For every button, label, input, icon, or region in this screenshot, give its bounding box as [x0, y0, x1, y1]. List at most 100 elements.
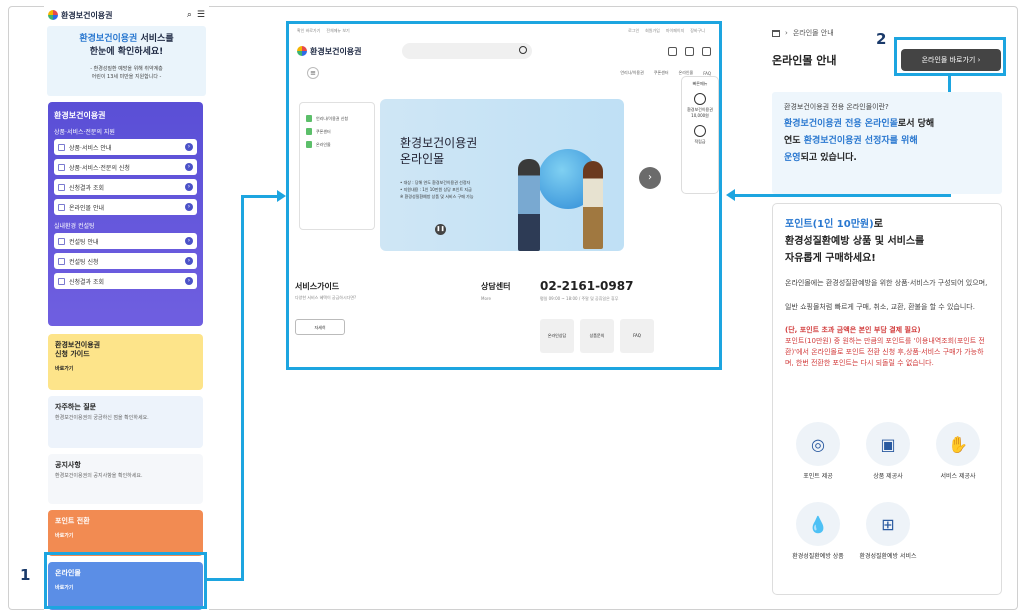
side-item[interactable]: 온라인몰 [306, 141, 368, 148]
menu-item[interactable]: 상품·서비스·전문의 신청 › [54, 159, 197, 175]
info-answer: 환경보건이용권 전용 온라인몰로서 당해 연도 환경보건이용권 선정자를 위해 운영… [784, 119, 935, 163]
chevron-right-icon: › [785, 29, 788, 37]
bag-icon[interactable] [685, 46, 694, 56]
desktop-logo[interactable]: 환경보건이용권 [297, 46, 362, 57]
arrow-right-icon: › [185, 183, 193, 191]
nav-item[interactable]: FAQ [703, 71, 711, 76]
util-link[interactable]: 로그인 [628, 28, 639, 33]
hero-sub: - 환경성질환 예방을 위해 취약계층 어린이 13세 미만을 지원합니다 - [90, 66, 163, 80]
side-item[interactable]: 언리나/이용권 신청 [306, 115, 368, 122]
notice-sub: 환경보건이용권의 공지사항을 확인하세요. [55, 473, 143, 479]
hamburger-icon[interactable]: ≡ [307, 67, 319, 79]
pen-icon [58, 163, 65, 171]
wallet-icon[interactable] [694, 93, 706, 105]
point-link[interactable]: 바로가기 [55, 532, 196, 539]
point-headline: 포인트(1인 10만원)로 환경성질환예방 상품 및 서비스를 자유롭게 구매하세요… [785, 219, 925, 264]
person-illustration [518, 159, 540, 251]
util-link[interactable]: 전체메뉴 보기 [326, 28, 349, 33]
home-icon[interactable] [772, 29, 780, 37]
menu-item[interactable]: 온라인몰 안내 › [54, 199, 197, 215]
arrow-right-icon: › [185, 237, 193, 245]
search-icon[interactable]: ⌕ [187, 10, 192, 20]
nav-item[interactable]: 쿠폰센터 [654, 70, 669, 76]
mobile-logo[interactable]: 환경보건이용권 [48, 10, 113, 21]
gift-icon: ▣ [866, 422, 910, 466]
handshake-icon: ✋ [936, 422, 980, 466]
cart-icon [58, 203, 65, 211]
logo-icon [297, 46, 307, 56]
quick-item[interactable]: 적립금 [682, 139, 718, 145]
search-input[interactable] [401, 43, 532, 59]
quick-item[interactable]: 환경보건이용권 10,000원 [682, 107, 718, 119]
point-icon[interactable] [694, 125, 706, 137]
util-link[interactable]: 회원가입 [645, 28, 660, 33]
menu-item[interactable]: 신청결과 조회 › [54, 273, 197, 289]
doc-icon [306, 115, 312, 122]
nav-item[interactable]: 언리나/이용권 [620, 70, 643, 76]
notice-card[interactable]: 공지사항 환경보건이용권의 공지사항을 확인하세요. [48, 454, 203, 504]
logo-text: 환경보건이용권 [310, 46, 362, 56]
menu-icon[interactable]: ☰ [197, 10, 205, 20]
breadcrumb-item: 온라인몰 안내 [792, 29, 834, 37]
quick-box[interactable]: FAQ [620, 319, 654, 353]
desktop-header: 환경보건이용권 [289, 38, 719, 64]
right-panel: › 온라인몰 안내 온라인몰 안내 온라인몰 바로가기 › 환경보건이용권 전용 … [770, 6, 1006, 606]
connector [241, 195, 277, 198]
side-menu: 언리나/이용권 신청 쿠폰센터 온라인몰 [299, 102, 375, 230]
connector [207, 578, 243, 581]
step-number-1: 1 [20, 566, 31, 584]
voucher-menu-card: 환경보건이용권 상품·서비스·전문의 지원 상품·서비스 안내 › 상품·서비스·… [48, 102, 203, 326]
guide-link[interactable]: 바로가기 [55, 365, 196, 372]
main-banner[interactable]: 환경보건이용권 온라인몰 • 대상 : 당해 연도 환경보건이용권 선정자 • 지원… [380, 99, 624, 251]
menu-item[interactable]: 컨설팅 안내 › [54, 233, 197, 249]
desktop-screenshot: 확인 바로가기 전체메뉴 보기 로그인 회원가입 마이페이지 장바구니 환경보건이용권 … [286, 21, 722, 370]
pen-icon [58, 257, 65, 265]
highlight-go-button [894, 37, 1006, 76]
center-title: 상담센터 [481, 282, 511, 291]
quick-box[interactable]: 상품문의 [580, 319, 614, 353]
center-more[interactable]: More [481, 296, 491, 301]
search-icon [58, 277, 65, 285]
next-arrow-icon[interactable]: › [639, 167, 661, 189]
quick-box[interactable]: 온라인상담 [540, 319, 574, 353]
util-link[interactable]: 장바구니 [690, 28, 705, 33]
mobile-panel: 환경보건이용권 ⌕ ☰ 환경보건이용권 서비스를 한눈에 확인하세요! - 환경성질… [44, 6, 209, 610]
side-item[interactable]: 쿠폰센터 [306, 128, 368, 135]
menu-item[interactable]: 신청결과 조회 › [54, 179, 197, 195]
doc-icon [58, 237, 65, 245]
mobile-header: 환경보건이용권 ⌕ ☰ [44, 6, 209, 24]
banner-title: 환경보건이용권 온라인몰 [400, 136, 478, 166]
menu-item[interactable]: 컨설팅 신청 › [54, 253, 197, 269]
moon-icon[interactable] [668, 46, 677, 56]
coupon-icon [306, 128, 312, 135]
arrow-right-icon: › [185, 203, 193, 211]
role-item: ⊞ 환경성질환예방 서비스 [853, 502, 923, 561]
util-link[interactable]: 확인 바로가기 [297, 28, 320, 33]
point-title: 포인트 전환 [55, 517, 90, 525]
user-icon[interactable] [702, 46, 711, 56]
logo-icon [48, 10, 58, 20]
page-title: 온라인몰 안내 [772, 54, 837, 67]
util-link[interactable]: 마이페이지 [666, 28, 684, 33]
hours: 평일 09:00 ~ 18:00 / 주말 및 공휴일은 휴무 [540, 296, 619, 301]
arrow-left-icon [726, 189, 735, 201]
mobile-header-icons: ⌕ ☰ [187, 10, 205, 20]
drop-hand-icon: 💧 [796, 502, 840, 546]
arrow-right-icon: › [185, 163, 193, 171]
guide-title: 환경보건이용권 신청 가이드 [55, 341, 101, 358]
utility-bar: 확인 바로가기 전체메뉴 보기 로그인 회원가입 마이페이지 장바구니 [289, 24, 719, 38]
role-item: ✋ 서비스 제공사 [923, 422, 993, 481]
coins-icon: ◎ [796, 422, 840, 466]
faq-card[interactable]: 자주하는 질문 환경보건이용권의 궁금하신 점을 확인하세요. [48, 396, 203, 448]
pause-icon[interactable]: ❚❚ [435, 224, 446, 235]
guide-card[interactable]: 환경보건이용권 신청 가이드 바로가기 [48, 334, 203, 390]
desktop-nav: ≡ 언리나/이용권 쿠폰센터 온라인몰 FAQ [289, 64, 719, 82]
menu-item[interactable]: 상품·서비스 안내 › [54, 139, 197, 155]
search-icon [518, 46, 527, 54]
point-card[interactable]: 포인트 전환 바로가기 [48, 510, 203, 556]
arrow-right-icon [277, 190, 286, 202]
group-title-consulting: 실내환경 컨설팅 [54, 223, 95, 230]
service-guide-button[interactable]: 자세히 [295, 319, 345, 335]
info-question: 환경보건이용권 전용 온라인몰이란? [784, 103, 889, 111]
logo-text: 환경보건이용권 [61, 10, 113, 20]
